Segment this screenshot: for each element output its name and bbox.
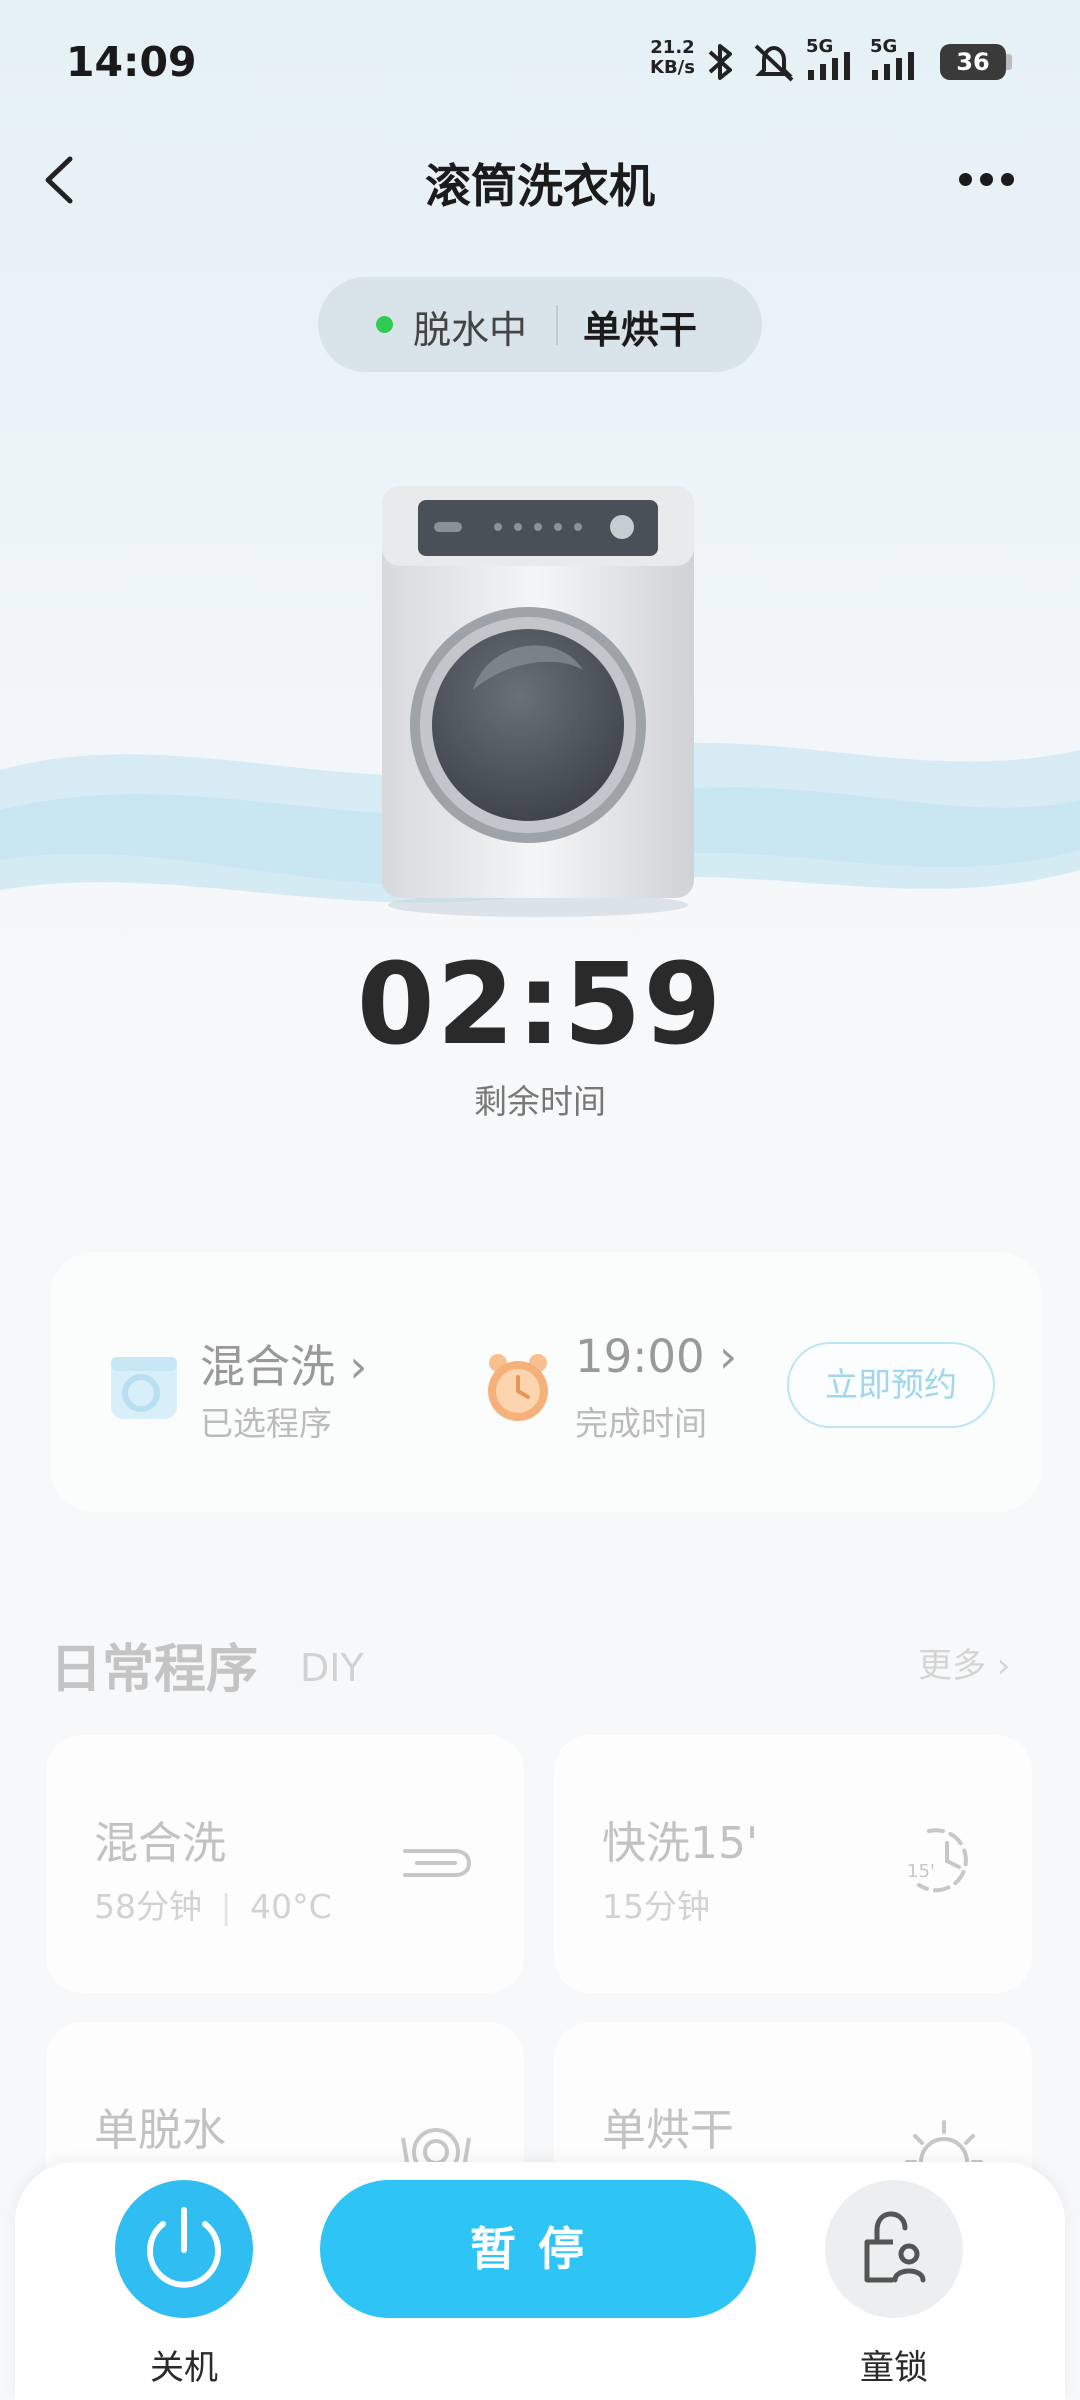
wash-state: 脱水中 <box>413 308 528 352</box>
battery-icon: 36 <box>940 44 1006 80</box>
remaining-time-label: 剩余时间 <box>474 1082 606 1121</box>
clock: 14:09 <box>66 38 197 86</box>
finish-time-label: 完成时间 <box>575 1404 707 1443</box>
signal-1-icon <box>808 52 850 80</box>
running-indicator <box>376 316 393 333</box>
mute-icon <box>754 44 794 82</box>
program-tile-mixed[interactable]: 混合洗 58分钟 | 40°C <box>46 1735 524 1993</box>
schedule-card: 混合洗 › 已选程序 19:00 › 完成时间 立即预约 <box>50 1252 1042 1512</box>
wash-mode: 单烘干 <box>583 308 698 352</box>
tile-duration: 58分钟 <box>94 1887 202 1926</box>
net-speed-value: 21.2 <box>650 37 695 58</box>
tile-name: 单脱水 <box>94 2105 226 2156</box>
tile-temp: 40°C <box>250 1887 332 1926</box>
tile-name: 混合洗 <box>94 1818 226 1869</box>
bluetooth-icon <box>708 44 732 80</box>
net-speed-unit: KB/s <box>650 57 695 78</box>
status-bar: 14:09 21.2 KB/s 5G 5G 36 <box>0 0 1080 130</box>
power-icon <box>147 2207 221 2288</box>
quick-wash-icon: 15' <box>907 1828 968 1893</box>
battery-tip <box>1006 54 1012 70</box>
pill-divider <box>556 305 558 345</box>
program-icon <box>111 1357 177 1419</box>
program-name: 混合洗 <box>200 1340 336 1393</box>
more-programs-link[interactable]: 更多 › <box>918 1638 1010 1687</box>
program-label: 已选程序 <box>200 1404 332 1443</box>
alarm-clock-icon <box>488 1354 548 1421</box>
tile-duration: 15分钟 <box>602 1887 710 1926</box>
svg-text:15': 15' <box>907 1861 935 1882</box>
page-title: 滚筒洗衣机 <box>425 159 655 213</box>
diy-link[interactable]: DIY <box>300 1646 364 1690</box>
signal-2-icon <box>872 52 914 80</box>
net-speed: 21.2 KB/s <box>650 38 695 78</box>
child-lock-icon <box>864 2211 926 2283</box>
child-lock-label: 童锁 <box>860 2348 928 2388</box>
child-lock-button[interactable] <box>825 2180 963 2318</box>
pause-button[interactable]: 暂停 <box>320 2180 756 2318</box>
tile-name: 快洗15' <box>602 1818 759 1869</box>
section-title: 日常程序 <box>50 1640 259 1700</box>
power-label: 关机 <box>150 2348 218 2388</box>
tile-name: 单烘干 <box>602 2105 734 2156</box>
more-options-icon[interactable] <box>955 160 1030 200</box>
book-now-button[interactable]: 立即预约 <box>787 1342 995 1428</box>
battery-level: 36 <box>956 48 990 76</box>
remaining-time: 02:59 <box>356 940 724 1070</box>
finish-time: 19:00 <box>575 1330 705 1383</box>
power-button[interactable] <box>115 2180 253 2318</box>
status-pill: 脱水中 单烘干 <box>318 277 762 372</box>
program-tile-quick[interactable]: 快洗15' 15分钟 15' <box>554 1735 1032 1993</box>
more-label: 更多 <box>918 1646 986 1686</box>
mixed-wash-icon <box>403 1849 472 1877</box>
washing-machine-illustration <box>382 486 694 917</box>
